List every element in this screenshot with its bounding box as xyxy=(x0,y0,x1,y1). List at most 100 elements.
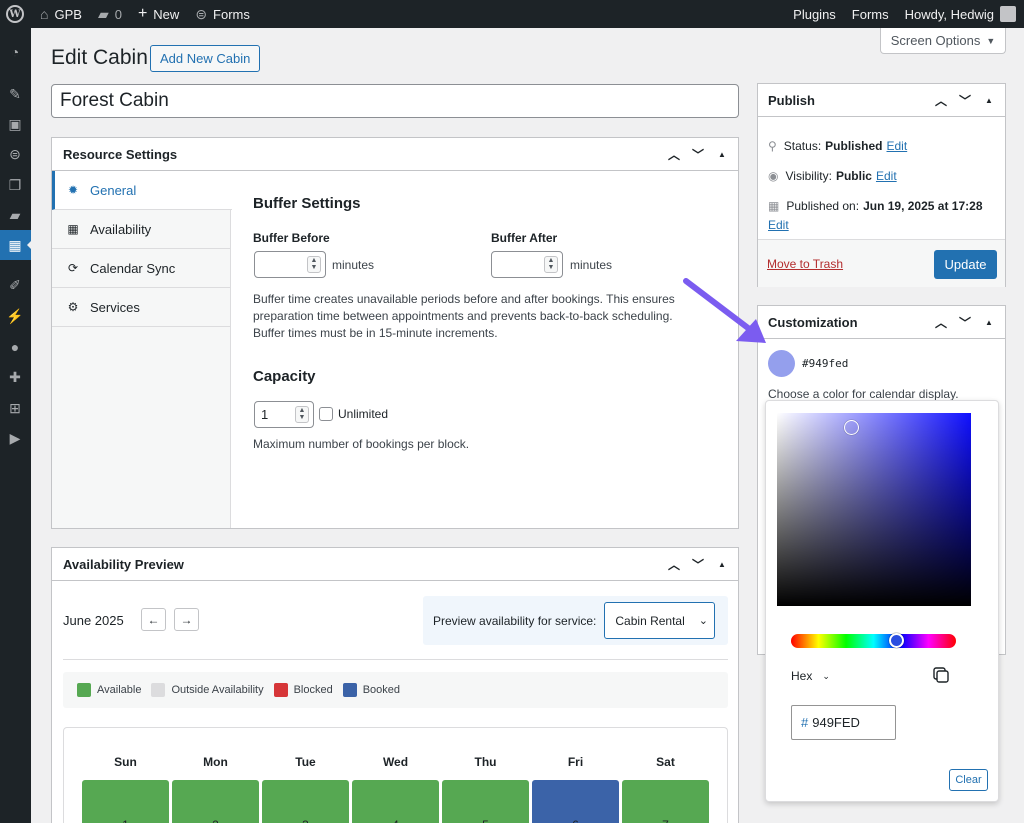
my-account-link[interactable]: Howdy, Hedwig xyxy=(897,0,1024,28)
spinner-icon[interactable]: ▲ ▼ xyxy=(307,256,321,273)
edit-status-link[interactable]: Edit xyxy=(887,139,908,153)
calendar-day[interactable]: 2 xyxy=(172,780,259,823)
capacity-heading: Capacity xyxy=(253,368,316,385)
calendar-day[interactable]: 4 xyxy=(352,780,439,823)
move-down-icon[interactable]: ﹀ xyxy=(959,92,971,109)
color-value-text: #949fed xyxy=(802,357,849,370)
color-picker-popover: Hex ⌄ # 949FED Clear xyxy=(765,400,999,802)
annotation-arrow xyxy=(683,278,766,343)
unlimited-checkbox[interactable] xyxy=(319,407,333,421)
move-up-icon[interactable]: ︿ xyxy=(668,556,680,573)
weekday-header: Thu xyxy=(474,755,497,769)
legend-item: Available xyxy=(77,683,141,697)
tab-calendar-sync[interactable]: ⟳ Calendar Sync xyxy=(52,249,230,288)
tab-availability-label: Availability xyxy=(90,221,152,237)
eye-icon: ◉ xyxy=(768,169,779,183)
spinner-icon[interactable]: ▲ ▼ xyxy=(295,406,309,423)
buffer-before-input[interactable]: ▲ ▼ xyxy=(254,251,326,278)
menu-current-arrow xyxy=(27,238,34,252)
legend-label: Outside Availability xyxy=(171,684,264,696)
sync-icon: ⟳ xyxy=(67,261,79,275)
calendar-day[interactable]: 6 xyxy=(532,780,619,823)
availability-preview-header: Availability Preview ︿ ﹀ ▲ xyxy=(52,548,738,581)
next-month-button[interactable]: → xyxy=(174,608,199,631)
tab-availability[interactable]: ▦ Availability xyxy=(52,210,230,249)
move-down-icon[interactable]: ﹀ xyxy=(692,146,704,163)
copy-icon[interactable] xyxy=(933,667,949,683)
calendar-day[interactable]: 1 xyxy=(82,780,169,823)
pages-icon[interactable]: ❐ xyxy=(6,176,24,194)
status-label: Status: xyxy=(783,139,822,153)
capacity-input[interactable]: 1 ▲ ▼ xyxy=(254,401,314,428)
gear-icon: ✹ xyxy=(67,183,79,197)
move-to-trash-link[interactable]: Move to Trash xyxy=(767,257,843,271)
color-picker-handle[interactable] xyxy=(844,420,859,435)
calendar-day[interactable]: 5 xyxy=(442,780,529,823)
toggle-panel-icon[interactable]: ▲ xyxy=(983,96,995,105)
new-label: New xyxy=(153,6,180,22)
move-up-icon[interactable]: ︿ xyxy=(935,314,947,331)
toggle-panel-icon[interactable]: ▲ xyxy=(716,560,728,569)
published-on-value: Jun 19, 2025 at 17:28 xyxy=(863,199,983,213)
buffer-after-input[interactable]: ▲ ▼ xyxy=(491,251,563,278)
post-title-input[interactable] xyxy=(51,84,739,118)
hue-slider-handle[interactable] xyxy=(889,633,904,648)
capacity-value: 1 xyxy=(261,407,269,422)
edit-date-link[interactable]: Edit xyxy=(768,218,789,232)
site-name-link[interactable]: ⌂ GPB xyxy=(32,0,90,28)
hex-value: 949FED xyxy=(812,715,860,730)
users-icon[interactable]: ● xyxy=(6,338,24,356)
saturation-value-area[interactable] xyxy=(777,413,971,606)
chevron-down-icon: ⌄ xyxy=(822,670,830,681)
weekday-header: Tue xyxy=(295,755,316,769)
hex-input[interactable]: # 949FED xyxy=(791,705,896,740)
service-filter: Preview availability for service: Cabin … xyxy=(423,596,728,645)
wp-logo-menu[interactable]: W xyxy=(0,0,32,28)
status-row: ⚲ Status: Published Edit xyxy=(768,139,907,153)
plugins-link[interactable]: Plugins xyxy=(785,0,844,28)
service-label: Preview availability for service: xyxy=(433,613,597,628)
forms-menu-icon[interactable]: ⊜ xyxy=(6,145,24,163)
screen-options-button[interactable]: Screen Options ▼ xyxy=(880,28,1006,54)
clear-button[interactable]: Clear xyxy=(949,769,988,791)
legend-item: Blocked xyxy=(273,683,333,697)
tab-services[interactable]: ⚙ Services xyxy=(52,288,230,327)
color-help-text: Choose a color for calendar display. xyxy=(768,387,959,401)
move-up-icon[interactable]: ︿ xyxy=(935,92,947,109)
move-up-icon[interactable]: ︿ xyxy=(668,146,680,163)
update-button[interactable]: Update xyxy=(934,250,997,279)
edit-visibility-link[interactable]: Edit xyxy=(876,169,897,183)
calendar-day[interactable]: 3 xyxy=(262,780,349,823)
forms-right-link[interactable]: Forms xyxy=(844,0,897,28)
add-new-cabin-button[interactable]: Add New Cabin xyxy=(150,45,261,72)
dashboard-icon[interactable]: ◔ xyxy=(6,43,24,61)
legend-swatch xyxy=(77,683,91,697)
new-content-link[interactable]: + New xyxy=(130,0,187,28)
media-icon[interactable]: ▣ xyxy=(6,115,24,133)
collapse-menu-icon[interactable]: ▶ xyxy=(6,429,24,447)
forms-link[interactable]: ⊜ Forms xyxy=(187,0,258,28)
pin-icon[interactable]: ✎ xyxy=(6,85,24,103)
toggle-panel-icon[interactable]: ▲ xyxy=(983,318,995,327)
plugins-menu-icon[interactable]: ⚡ xyxy=(6,307,24,325)
comments-link[interactable]: ▰ 0 xyxy=(90,0,130,28)
comments-menu-icon[interactable]: ▰ xyxy=(6,206,24,224)
settings-icon[interactable]: ⊞ xyxy=(6,399,24,417)
tools-icon[interactable]: ✚ xyxy=(6,368,24,386)
calendar-menu-icon[interactable]: ▦ xyxy=(6,236,24,254)
calendar-day[interactable]: 7 xyxy=(622,780,709,823)
appearance-icon[interactable]: ✐ xyxy=(6,276,24,294)
prev-month-button[interactable]: ← xyxy=(141,608,166,631)
toggle-panel-icon[interactable]: ▲ xyxy=(716,150,728,159)
move-down-icon[interactable]: ﹀ xyxy=(959,314,971,331)
wordpress-icon: W xyxy=(6,5,24,23)
hex-prefix: # xyxy=(801,715,809,730)
format-select[interactable]: Hex ⌄ xyxy=(791,669,830,683)
tab-calendar-sync-label: Calendar Sync xyxy=(90,260,176,276)
unlimited-checkbox-row[interactable]: Unlimited xyxy=(319,407,388,421)
spinner-icon[interactable]: ▲ ▼ xyxy=(544,256,558,273)
tab-general[interactable]: ✹ General xyxy=(52,171,232,210)
service-select[interactable]: Cabin Rental ⌄ xyxy=(604,602,716,639)
move-down-icon[interactable]: ﹀ xyxy=(692,556,704,573)
hue-slider[interactable] xyxy=(791,633,956,648)
